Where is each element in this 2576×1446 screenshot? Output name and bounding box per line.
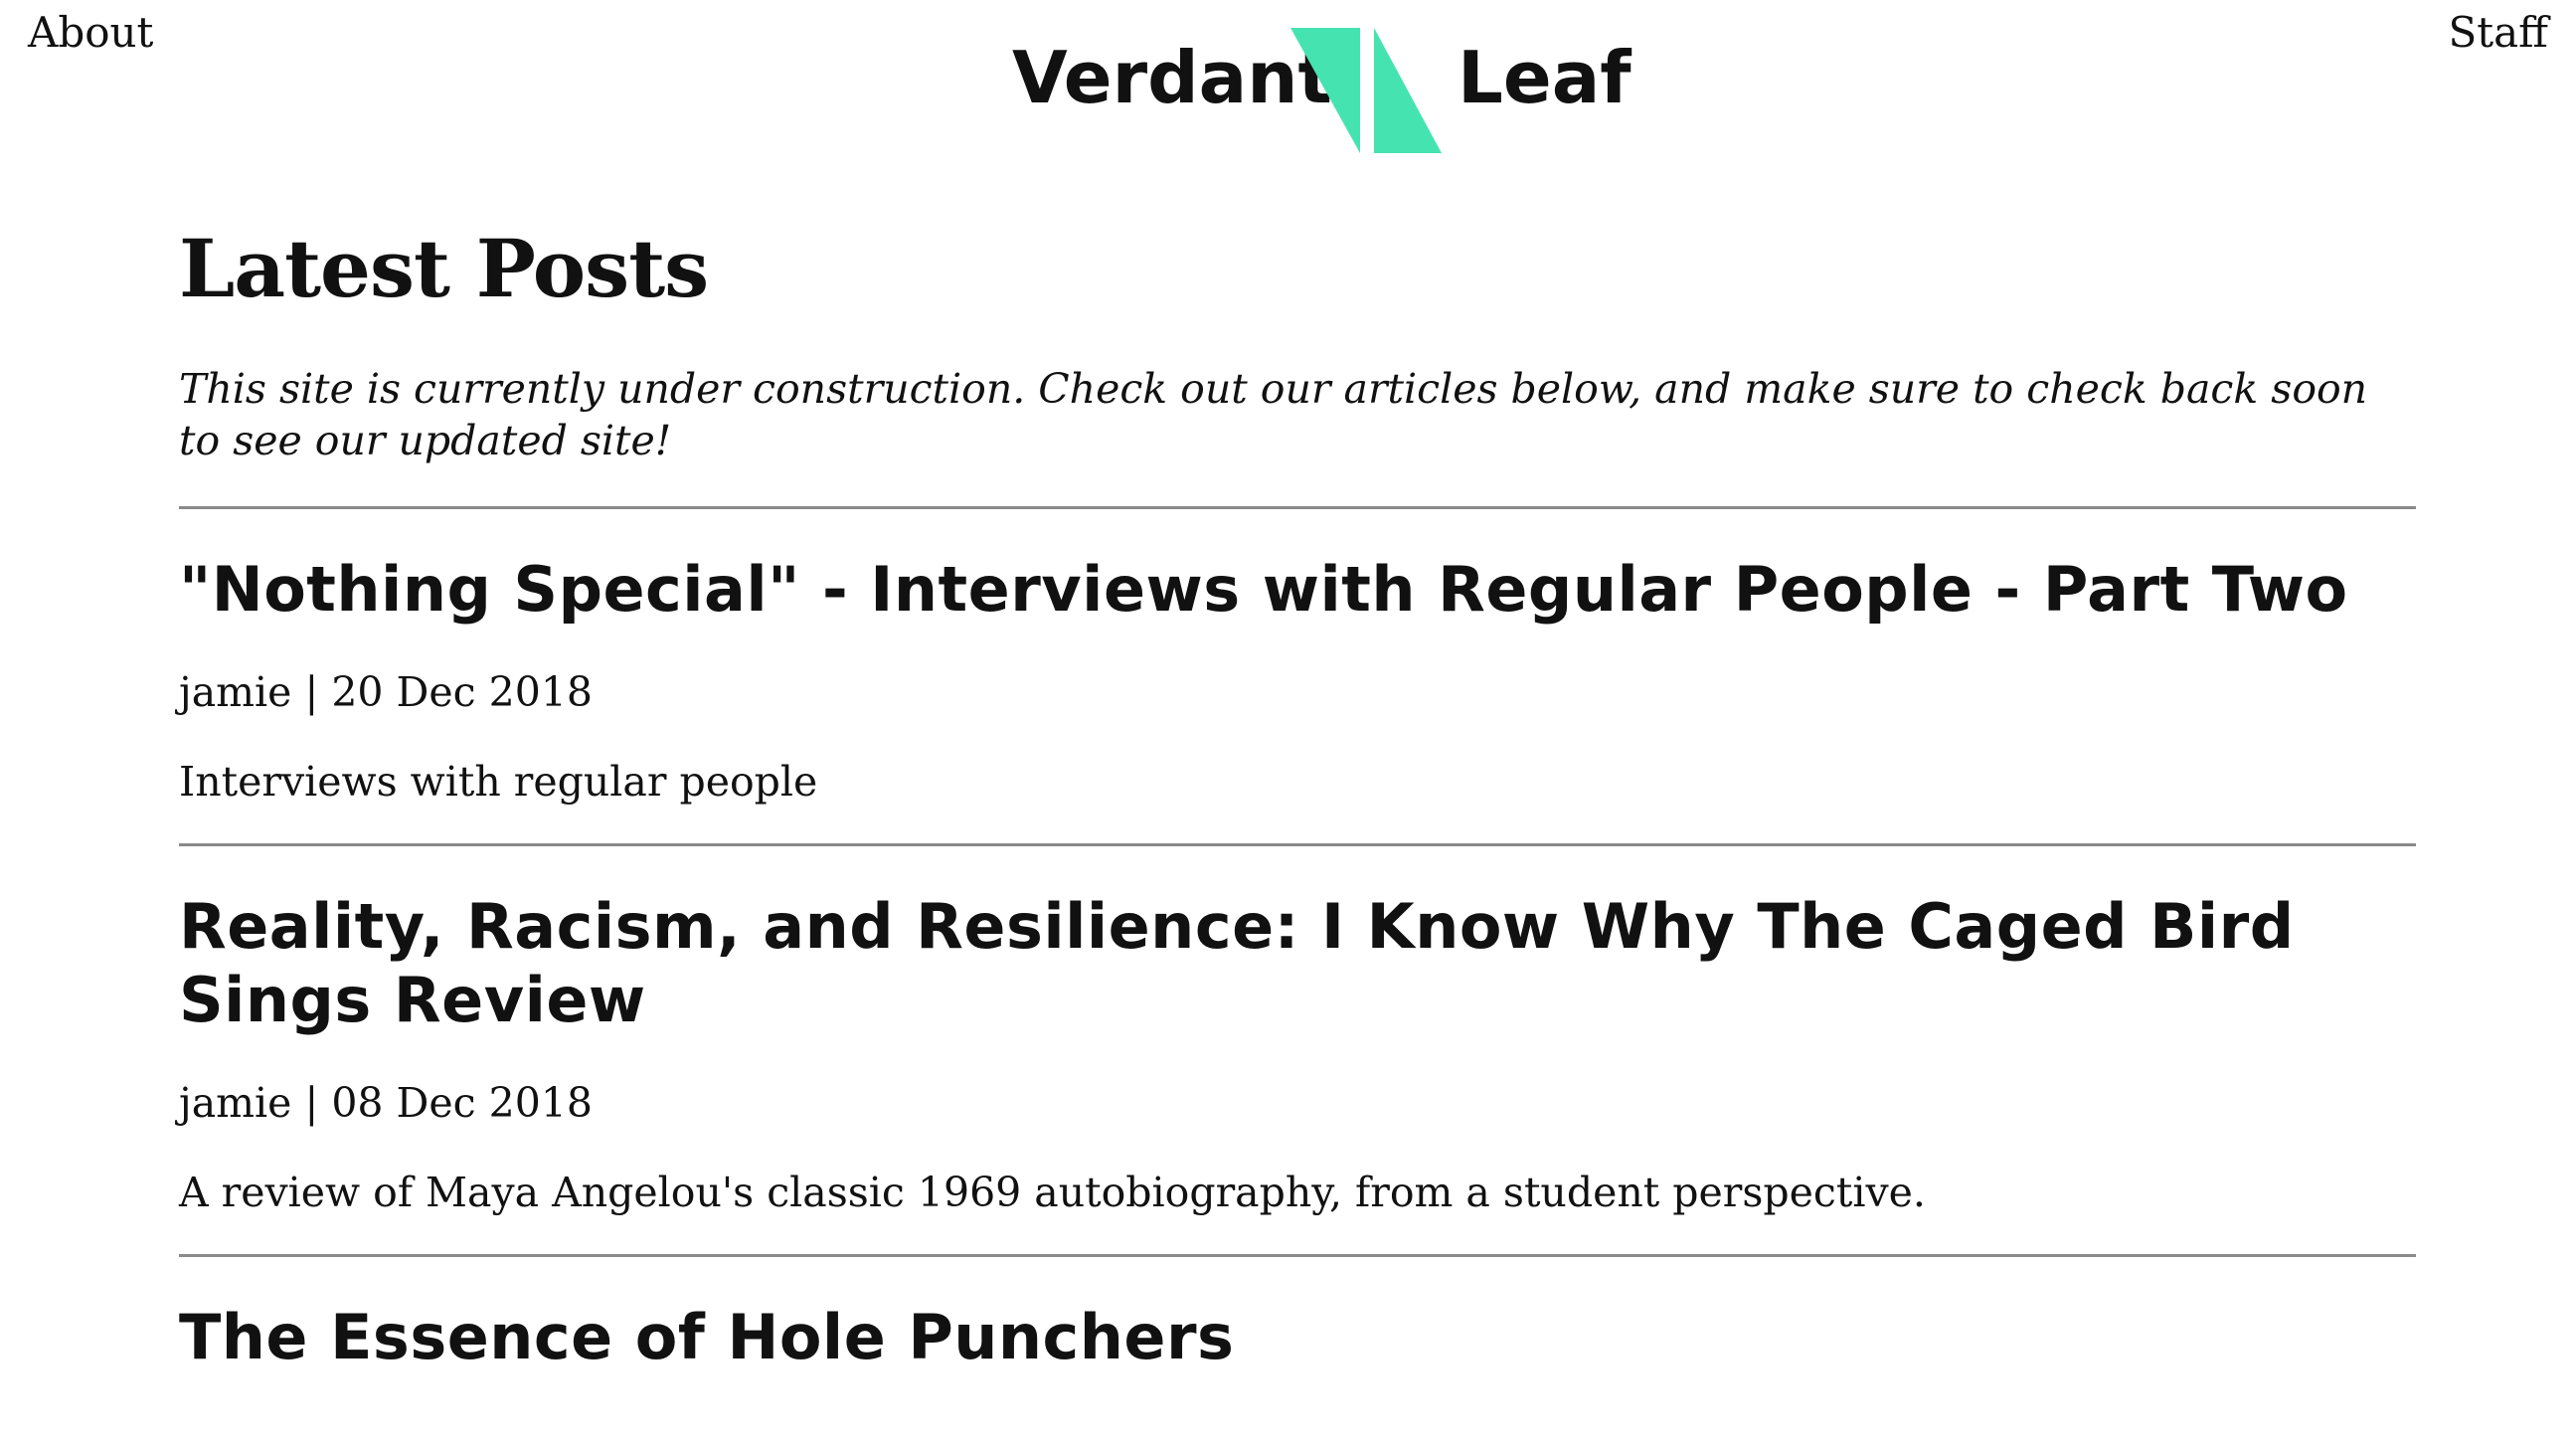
post-description: Interviews with regular people — [179, 758, 818, 806]
post-item: "Nothing Special" - Interviews with Regu… — [179, 553, 2416, 808]
divider — [179, 506, 2416, 509]
post-item: Reality, Racism, and Resilience: I Know … — [179, 890, 2416, 1218]
construction-notice: This site is currently under constructio… — [179, 365, 2368, 464]
post-description: A review of Maya Angelou's classic 1969 … — [179, 1169, 1926, 1216]
post-date: 08 Dec 2018 — [331, 1079, 593, 1127]
leaf-shape-right — [1374, 28, 1442, 153]
main-content: Latest Posts This site is currently unde… — [179, 214, 2416, 1374]
post-meta: jamie | 08 Dec 2018 — [179, 1079, 593, 1127]
staff-link[interactable]: Staff — [2448, 8, 2548, 57]
logo-word-verdant: Verdant — [1012, 36, 1332, 119]
post-meta: jamie | 20 Dec 2018 — [179, 668, 593, 716]
divider — [179, 1254, 2416, 1257]
post-date: 20 Dec 2018 — [331, 668, 593, 716]
about-link[interactable]: About — [28, 8, 153, 57]
page-title: Latest Posts — [179, 222, 709, 315]
leaf-logo-icon — [1290, 28, 1442, 153]
leaf-shape-left — [1290, 28, 1360, 153]
post-title-link[interactable]: "Nothing Special" - Interviews with Regu… — [179, 553, 2416, 627]
post-item: The Essence of Hole Punchers — [179, 1301, 2416, 1374]
divider — [179, 843, 2416, 846]
post-author: jamie — [179, 668, 292, 716]
logo-word-leaf: Leaf — [1458, 36, 1631, 119]
post-author: jamie — [179, 1079, 292, 1127]
post-title-link[interactable]: The Essence of Hole Punchers — [179, 1301, 2416, 1374]
site-logo[interactable]: Verdant Leaf — [1012, 28, 1631, 155]
post-title-link[interactable]: Reality, Racism, and Resilience: I Know … — [179, 890, 2416, 1037]
